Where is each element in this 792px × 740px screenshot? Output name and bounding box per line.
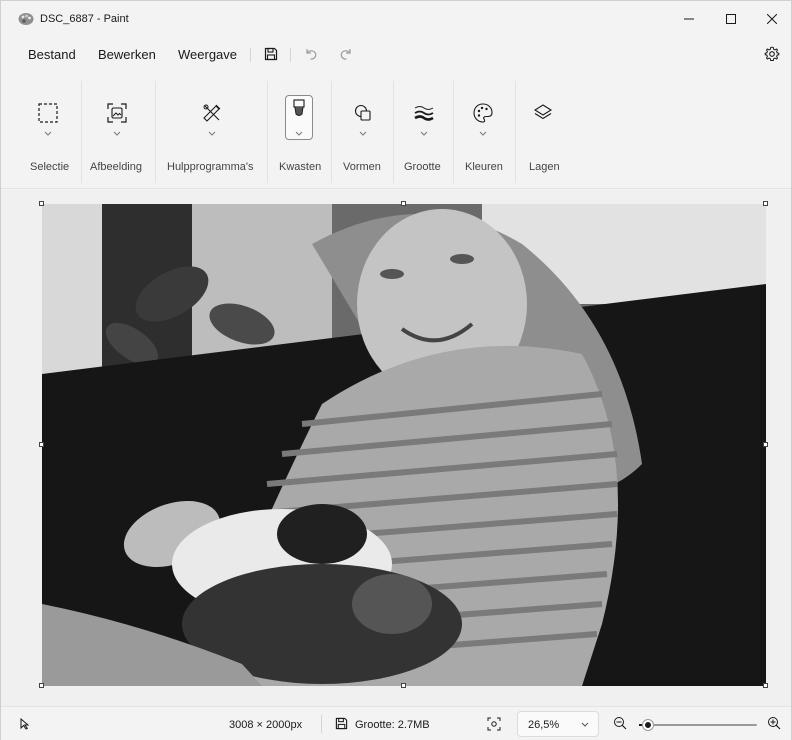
close-icon xyxy=(767,14,777,24)
ribbon-label-layers: Lagen xyxy=(529,161,560,173)
ribbon-group-image[interactable]: Afbeelding xyxy=(85,73,151,189)
menu-divider xyxy=(250,48,251,62)
menu-divider xyxy=(290,48,291,62)
chevron-down-icon xyxy=(479,131,487,136)
ribbon-group-selection[interactable]: Selectie xyxy=(17,73,77,189)
ribbon-divider xyxy=(155,81,156,183)
image-icon xyxy=(103,99,131,127)
menu-bar: Bestand Bewerken Weergave xyxy=(1,37,791,73)
ribbon-label-brushes: Kwasten xyxy=(279,161,322,173)
photo xyxy=(42,204,766,686)
ribbon-group-layers[interactable]: Lagen xyxy=(519,73,569,189)
undo-icon xyxy=(306,49,317,60)
image-dimensions: 3008 × 2000px xyxy=(229,719,303,731)
status-bar: 3008 × 2000px Grootte: 2.7MB 26,5% xyxy=(1,706,791,740)
resize-handle-top-right[interactable] xyxy=(763,201,768,206)
ribbon-group-shapes[interactable]: Vormen xyxy=(335,73,391,189)
settings-button[interactable] xyxy=(763,45,781,63)
pointer-icon xyxy=(20,718,30,730)
ribbon-group-tools[interactable]: Hulpprogramma's xyxy=(161,73,263,189)
zoom-slider-thumb[interactable] xyxy=(643,720,653,730)
resize-handle-top[interactable] xyxy=(401,201,406,206)
photo-canvas[interactable] xyxy=(42,204,766,686)
selection-icon xyxy=(34,99,62,127)
chevron-down-icon xyxy=(113,131,121,136)
save-button[interactable] xyxy=(262,45,280,63)
chevron-down-icon xyxy=(420,131,428,136)
ribbon-divider xyxy=(267,81,268,183)
ribbon: Selectie Afbeelding Hulpprogramma's Kwas… xyxy=(1,73,791,189)
chevron-down-icon xyxy=(208,131,216,136)
chevron-down-icon xyxy=(359,131,367,136)
resize-handle-left[interactable] xyxy=(39,442,44,447)
maximize-button[interactable] xyxy=(711,1,751,37)
zoom-out-icon xyxy=(614,717,627,730)
ribbon-divider xyxy=(81,81,82,183)
brush-icon xyxy=(285,95,313,123)
resize-handle-bottom-left[interactable] xyxy=(39,683,44,688)
menu-edit[interactable]: Bewerken xyxy=(98,47,156,62)
tools-icon xyxy=(198,99,226,127)
ribbon-divider xyxy=(393,81,394,183)
ribbon-divider xyxy=(331,81,332,183)
save-icon xyxy=(264,47,278,61)
ribbon-label-selection: Selectie xyxy=(30,161,70,173)
ribbon-label-size: Grootte xyxy=(404,161,441,173)
ribbon-divider xyxy=(515,81,516,183)
status-divider xyxy=(321,715,322,733)
zoom-value: 26,5% xyxy=(528,719,560,731)
undo-button[interactable] xyxy=(302,45,320,63)
zoom-in-icon xyxy=(768,717,781,730)
layers-icon xyxy=(529,99,557,127)
paint-palette-icon xyxy=(18,13,34,25)
fit-to-window-icon xyxy=(487,717,501,731)
zoom-in-button[interactable] xyxy=(767,716,783,732)
fit-to-window-button[interactable] xyxy=(483,715,505,733)
zoom-out-button[interactable] xyxy=(613,716,629,732)
paint-window: DSC_6887 - Paint Bestand Bewerken Weerga… xyxy=(0,0,792,740)
ribbon-label-image: Afbeelding xyxy=(90,161,142,173)
zoom-slider[interactable] xyxy=(639,720,757,730)
window-title: DSC_6887 - Paint xyxy=(40,13,129,25)
ribbon-label-tools: Hulpprogramma's xyxy=(167,161,254,173)
save-icon xyxy=(335,717,348,730)
redo-icon xyxy=(340,49,351,60)
ribbon-label-shapes: Vormen xyxy=(343,161,381,173)
menu-file[interactable]: Bestand xyxy=(28,47,76,62)
ribbon-divider xyxy=(453,81,454,183)
shapes-icon xyxy=(349,99,377,127)
close-button[interactable] xyxy=(752,1,792,37)
zoom-select[interactable]: 26,5% xyxy=(517,711,599,737)
minimize-button[interactable] xyxy=(669,1,709,37)
size-icon xyxy=(410,99,438,127)
resize-handle-right[interactable] xyxy=(763,442,768,447)
ribbon-group-size[interactable]: Grootte xyxy=(397,73,451,189)
gear-icon xyxy=(764,46,780,61)
resize-handle-bottom-right[interactable] xyxy=(763,683,768,688)
resize-handle-bottom[interactable] xyxy=(401,683,406,688)
canvas-area[interactable] xyxy=(1,190,791,706)
ribbon-label-colors: Kleuren xyxy=(465,161,503,173)
minimize-icon xyxy=(684,18,694,20)
maximize-icon xyxy=(726,14,736,24)
menu-view[interactable]: Weergave xyxy=(178,47,237,62)
chevron-down-icon xyxy=(295,131,303,136)
chevron-down-icon xyxy=(44,131,52,136)
palette-icon xyxy=(469,99,497,127)
title-bar[interactable]: DSC_6887 - Paint xyxy=(1,1,791,37)
redo-button[interactable] xyxy=(337,45,355,63)
ribbon-group-brushes[interactable]: Kwasten xyxy=(271,73,327,189)
ribbon-group-colors[interactable]: Kleuren xyxy=(457,73,513,189)
file-size: Grootte: 2.7MB xyxy=(355,719,430,731)
resize-handle-top-left[interactable] xyxy=(39,201,44,206)
chevron-down-icon xyxy=(581,722,589,727)
